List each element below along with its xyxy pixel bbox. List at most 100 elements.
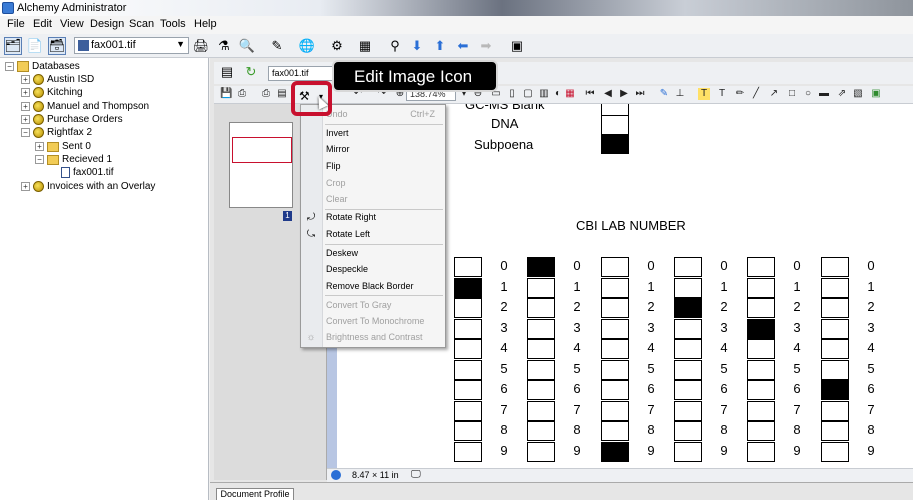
print-icon[interactable]: 🖨 xyxy=(192,37,210,55)
scan-icon[interactable]: ⚗ xyxy=(215,37,233,55)
single-page-icon[interactable]: ▥ xyxy=(538,88,550,100)
menu-item-remove-black-border[interactable]: Remove Black Border xyxy=(326,279,441,294)
tree-view-icon[interactable]: 🗂 xyxy=(4,37,22,55)
next-page-icon[interactable]: ▶ xyxy=(618,88,630,100)
annotation-properties-icon[interactable]: ▣ xyxy=(870,88,882,100)
window-icon[interactable]: ▣ xyxy=(508,37,526,55)
expand-icon[interactable]: + xyxy=(21,75,30,84)
grid-icon[interactable]: ▦ xyxy=(564,88,576,100)
actual-size-icon[interactable]: ▢ xyxy=(522,88,534,100)
tree-item-recieved[interactable]: − Recieved 1 xyxy=(35,153,112,166)
lab-number-cell xyxy=(821,380,849,400)
arrow-icon[interactable]: ↗ xyxy=(768,88,780,100)
menu-file[interactable]: File xyxy=(7,18,25,30)
prev-page-icon[interactable]: ◀ xyxy=(602,88,614,100)
collapse-icon[interactable]: − xyxy=(21,128,30,137)
menu-item-crop[interactable]: Crop xyxy=(326,176,441,191)
file-selector-value: fax001.tif xyxy=(91,39,136,51)
save-icon[interactable]: 💾 xyxy=(220,88,232,100)
globe-icon[interactable]: 🌐 xyxy=(298,37,316,55)
text-note-icon[interactable]: T xyxy=(698,88,710,100)
tree-label: Databases xyxy=(32,61,80,72)
stamp-icon[interactable]: ⊥ xyxy=(674,88,686,100)
annotate-icon[interactable]: ✎ xyxy=(268,37,286,55)
menu-edit[interactable]: Edit xyxy=(33,18,52,30)
binoculars-icon[interactable]: ⚲ xyxy=(386,37,404,55)
menu-item-clear[interactable]: Clear xyxy=(326,192,441,207)
page-thumbnail[interactable] xyxy=(229,122,293,208)
lab-number-cell xyxy=(747,441,775,462)
highlighter-icon[interactable]: ✎ xyxy=(658,88,670,100)
tree-item-databases[interactable]: − Databases xyxy=(5,60,80,73)
first-page-icon[interactable]: ⏮ xyxy=(584,88,596,100)
menu-item-invert[interactable]: Invert xyxy=(326,126,441,141)
menu-scan[interactable]: Scan xyxy=(129,18,154,30)
print-preview-icon[interactable]: ⎙ xyxy=(260,88,272,100)
document-tab[interactable]: fax001.tif xyxy=(268,66,340,81)
expand-icon[interactable]: + xyxy=(21,182,30,191)
text-icon[interactable]: T xyxy=(716,88,728,100)
line-icon[interactable]: ╱ xyxy=(750,88,762,100)
fit-page-icon[interactable]: ▯ xyxy=(506,88,518,100)
menu-design[interactable]: Design xyxy=(90,18,124,30)
expand-icon[interactable]: + xyxy=(35,142,44,151)
menu-item-rotate-left[interactable]: Rotate Left xyxy=(326,227,441,242)
tree-item-invoices-with-an-overlay[interactable]: + Invoices with an Overlay xyxy=(21,180,155,193)
tree-item-manuel-and-thompson[interactable]: + Manuel and Thompson xyxy=(21,100,149,113)
file-selector[interactable]: fax001.tif ▼ xyxy=(74,37,189,54)
menu-tools[interactable]: Tools xyxy=(160,18,186,30)
lab-number-cell xyxy=(454,339,482,359)
lab-number-digit: 3 xyxy=(647,319,655,335)
tab-document-profile[interactable]: Document Profile xyxy=(216,488,294,500)
search-icon[interactable]: 🔍 xyxy=(238,37,256,55)
select-annotation-icon[interactable]: ⇗ xyxy=(836,88,848,100)
arrow-up-icon[interactable]: ⬆ xyxy=(431,37,449,55)
menu-item-convert-to-gray[interactable]: Convert To Gray xyxy=(326,298,441,313)
edit-image-button-highlight[interactable]: ⚒ ▾ xyxy=(291,81,332,116)
tree-item-kitching[interactable]: + Kitching xyxy=(21,86,83,99)
expand-icon[interactable]: + xyxy=(21,115,30,124)
tree-item-sent[interactable]: + Sent 0 xyxy=(35,140,91,153)
expand-icon[interactable]: + xyxy=(21,102,30,111)
arrow-left-icon[interactable]: ⬅ xyxy=(454,37,472,55)
tree-item-purchase-orders[interactable]: + Purchase Orders xyxy=(21,113,123,126)
collapse-icon[interactable]: − xyxy=(35,155,44,164)
image-annotation-icon[interactable]: ▧ xyxy=(852,88,864,100)
document-properties-icon[interactable]: ▤ xyxy=(218,63,236,81)
tree-item-austin-isd[interactable]: + Austin ISD xyxy=(21,73,94,86)
print-icon[interactable]: ⎙ xyxy=(236,88,248,100)
menu-item-brightness-and-contrast[interactable]: Brightness and Contrast xyxy=(326,330,441,345)
edit-image-icon[interactable]: ⚒ xyxy=(299,89,310,103)
filled-rectangle-icon[interactable]: ▬ xyxy=(818,88,830,100)
ellipse-icon[interactable]: ○ xyxy=(802,88,814,100)
expand-icon[interactable]: + xyxy=(21,88,30,97)
pages-icon[interactable]: ▤ xyxy=(276,88,288,100)
tree-item-rightfax-2[interactable]: − Rightfax 2 xyxy=(21,126,92,139)
database-icon xyxy=(33,74,44,85)
arrow-right-icon[interactable]: ➡ xyxy=(477,37,495,55)
menu-item-despeckle[interactable]: Despeckle xyxy=(326,262,441,277)
menu-item-mirror[interactable]: Mirror xyxy=(326,142,441,157)
film-icon[interactable]: ▦ xyxy=(356,37,374,55)
rectangle-icon[interactable]: □ xyxy=(786,88,798,100)
tree-item-fax001[interactable]: fax001.tif xyxy=(61,166,114,179)
menu-view[interactable]: View xyxy=(60,18,84,30)
pencil-icon[interactable]: ✏ xyxy=(734,88,746,100)
menu-item-rotate-right[interactable]: Rotate Right xyxy=(326,210,441,225)
contrast-icon[interactable]: ◐ xyxy=(552,88,564,100)
profile-view-icon[interactable]: 🗃 xyxy=(48,37,66,55)
menu-item-deskew[interactable]: Deskew xyxy=(326,246,441,261)
menu-item-undo[interactable]: Undo Ctrl+Z xyxy=(326,107,441,122)
chevron-down-icon[interactable]: ▼ xyxy=(176,39,185,49)
collapse-icon[interactable]: − xyxy=(5,62,14,71)
refresh-icon[interactable]: ↻ xyxy=(242,63,260,81)
filter-icon[interactable]: ⚙ xyxy=(328,37,346,55)
last-page-icon[interactable]: ⏭ xyxy=(634,88,646,100)
menu-item-convert-to-monochrome[interactable]: Convert To Monochrome xyxy=(326,314,441,329)
document-view-icon[interactable]: 📄 xyxy=(26,37,44,55)
arrow-down-icon[interactable]: ⬇ xyxy=(408,37,426,55)
lab-number-digit: 9 xyxy=(647,442,655,458)
menu-help[interactable]: Help xyxy=(194,18,217,30)
menu-item-flip[interactable]: Flip xyxy=(326,159,441,174)
lab-number-cell xyxy=(821,400,849,421)
